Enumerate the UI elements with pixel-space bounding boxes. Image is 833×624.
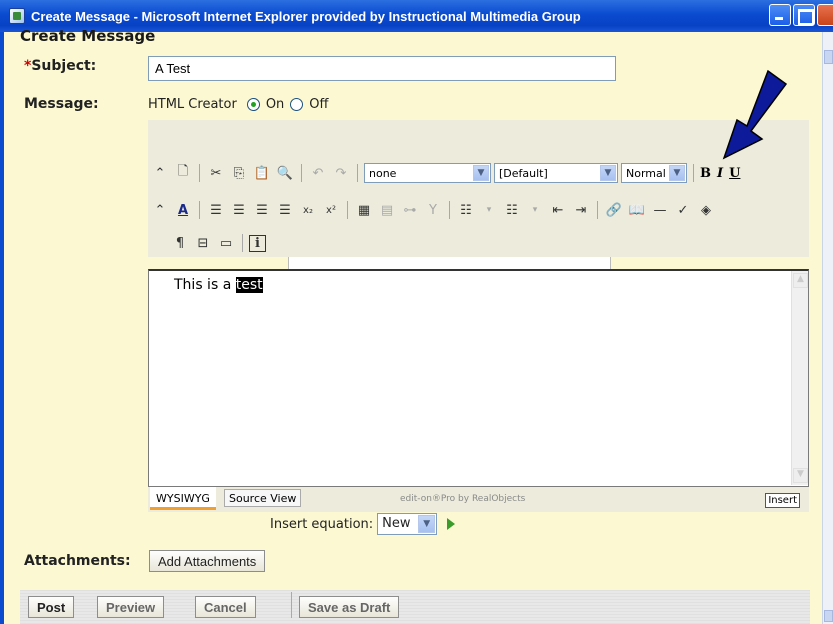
message-label: Message: — [24, 96, 99, 112]
editor-brand: edit-on®Pro by RealObjects — [400, 494, 526, 504]
chevron-down-icon: ▼ — [669, 165, 685, 181]
cut-icon[interactable]: ✂ — [206, 163, 226, 183]
save-draft-button[interactable]: Save as Draft — [299, 596, 400, 618]
attachments-label: Attachments: — [24, 553, 131, 569]
undo-icon[interactable]: ↶ — [308, 163, 328, 183]
window-title: Create Message - Microsoft Internet Expl… — [31, 8, 581, 24]
chevron-down-icon: ▼ — [418, 515, 436, 533]
superscript-button[interactable]: x² — [321, 200, 341, 220]
new-document-icon[interactable]: 🗋 — [173, 163, 193, 183]
align-left-icon[interactable]: ☰ — [206, 200, 226, 220]
insert-equation: Insert equation: New ▼ — [270, 513, 456, 535]
insert-equation-label: Insert equation: — [270, 516, 374, 532]
editor-toolbar: ⌃ 🗋 ✂ ⎘ 📋 🔍 ↶ ↷ none ▼ [Default] ▼ Normal ▼… — [148, 120, 809, 269]
maximize-button[interactable] — [793, 4, 815, 26]
editor-text: This is a test — [174, 277, 263, 293]
redo-icon[interactable]: ↷ — [331, 163, 351, 183]
paragraph-style-select[interactable]: none ▼ — [364, 163, 491, 183]
font-size-select[interactable]: Normal ▼ — [621, 163, 687, 183]
add-attachments-button[interactable]: Add Attachments — [149, 550, 266, 572]
horizontal-rule-icon[interactable]: — — [650, 200, 670, 220]
tab-source-view[interactable]: Source View — [224, 489, 302, 507]
show-borders-icon[interactable]: ⊟ — [193, 233, 213, 253]
html-on-radio[interactable] — [246, 98, 260, 111]
chevron-down-icon[interactable]: ▾ — [479, 200, 499, 220]
align-center-icon[interactable]: ☰ — [229, 200, 249, 220]
merge-cell-icon[interactable]: Y — [423, 200, 443, 220]
html-off-radio[interactable] — [290, 98, 304, 111]
html-creator-toggle: HTML Creator On Off — [148, 97, 329, 112]
annotation-arrow-icon — [722, 69, 788, 160]
chevron-down-icon[interactable]: ▾ — [525, 200, 545, 220]
toolbar-gap — [288, 257, 611, 269]
paragraph-mark-icon[interactable]: ¶ — [170, 233, 190, 253]
editor-footer: WYSIWYG Source View edit-on®Pro by RealO… — [148, 487, 809, 512]
html-creator-label: HTML Creator — [148, 97, 237, 112]
subject-input[interactable] — [148, 56, 616, 81]
find-icon[interactable]: 🔍 — [275, 163, 295, 183]
align-right-icon[interactable]: ☰ — [252, 200, 272, 220]
subject-label: *Subject: — [24, 58, 96, 74]
scroll-up-arrow-icon[interactable]: ▲ — [793, 273, 808, 288]
toolbar-collapse-icon[interactable]: ⌃ — [150, 200, 170, 220]
spellcheck-icon[interactable]: ✓ — [673, 200, 693, 220]
go-arrow-icon[interactable] — [447, 518, 456, 530]
chevron-down-icon: ▼ — [600, 165, 616, 181]
info-button[interactable]: i — [249, 234, 266, 252]
subscript-button[interactable]: x₂ — [298, 200, 318, 220]
html-on-label: On — [265, 97, 285, 112]
copy-icon[interactable]: ⎘ — [229, 163, 249, 183]
table-properties-icon[interactable]: ▤ — [377, 200, 397, 220]
editor-scrollbar[interactable]: ▲ ▼ — [791, 271, 808, 485]
font-family-select[interactable]: [Default] ▼ — [494, 163, 618, 183]
paste-icon[interactable]: 📋 — [252, 163, 272, 183]
toolbar-collapse-icon[interactable]: ⌃ — [150, 163, 170, 183]
justify-icon[interactable]: ☰ — [275, 200, 295, 220]
hyperlink-icon[interactable]: 🔗 — [604, 200, 624, 220]
insert-table-icon[interactable]: ▦ — [354, 200, 374, 220]
action-divider — [291, 592, 292, 618]
bold-button[interactable]: B — [700, 166, 711, 181]
equation-select[interactable]: New ▼ — [377, 513, 438, 535]
outdent-icon[interactable]: ⇤ — [548, 200, 568, 220]
tab-wysiwyg[interactable]: WYSIWYG — [150, 487, 216, 510]
minimize-button[interactable] — [769, 4, 791, 26]
preview-button[interactable]: Preview — [97, 596, 165, 618]
post-button[interactable]: Post — [28, 596, 75, 618]
ie-page-icon — [9, 8, 25, 24]
rich-text-editor: ⌃ 🗋 ✂ ⎘ 📋 🔍 ↶ ↷ none ▼ [Default] ▼ Normal ▼… — [148, 120, 809, 512]
cancel-button[interactable]: Cancel — [195, 596, 256, 618]
underline-button[interactable]: U — [729, 166, 740, 181]
insert-mode-indicator: Insert — [765, 493, 800, 508]
indent-icon[interactable]: ⇥ — [571, 200, 591, 220]
font-color-icon[interactable]: A — [173, 200, 193, 220]
html-off-label: Off — [309, 97, 329, 112]
bookmark-icon[interactable]: 📖 — [627, 200, 647, 220]
numbered-list-icon[interactable]: ☷ — [502, 200, 522, 220]
plugin-cube-icon[interactable]: ◈ — [696, 200, 716, 220]
page-title: Create Message — [20, 27, 156, 45]
subject-label-text: Subject: — [31, 58, 97, 74]
scroll-down-arrow-icon[interactable] — [824, 610, 833, 622]
page-scrollbar[interactable] — [822, 32, 833, 624]
italic-button[interactable]: I — [717, 166, 723, 181]
fullscreen-icon[interactable]: ▭ — [216, 233, 236, 253]
window-controls — [769, 4, 833, 26]
split-cell-icon[interactable]: ⊶ — [400, 200, 420, 220]
close-button[interactable] — [817, 4, 833, 26]
editor-content-area[interactable]: This is a test ▲ ▼ — [148, 269, 809, 487]
selected-text: test — [235, 277, 263, 293]
scroll-up-arrow-icon[interactable] — [824, 50, 833, 64]
chevron-down-icon: ▼ — [473, 165, 489, 181]
bullet-list-icon[interactable]: ☷ — [456, 200, 476, 220]
scroll-down-arrow-icon[interactable]: ▼ — [793, 468, 808, 483]
